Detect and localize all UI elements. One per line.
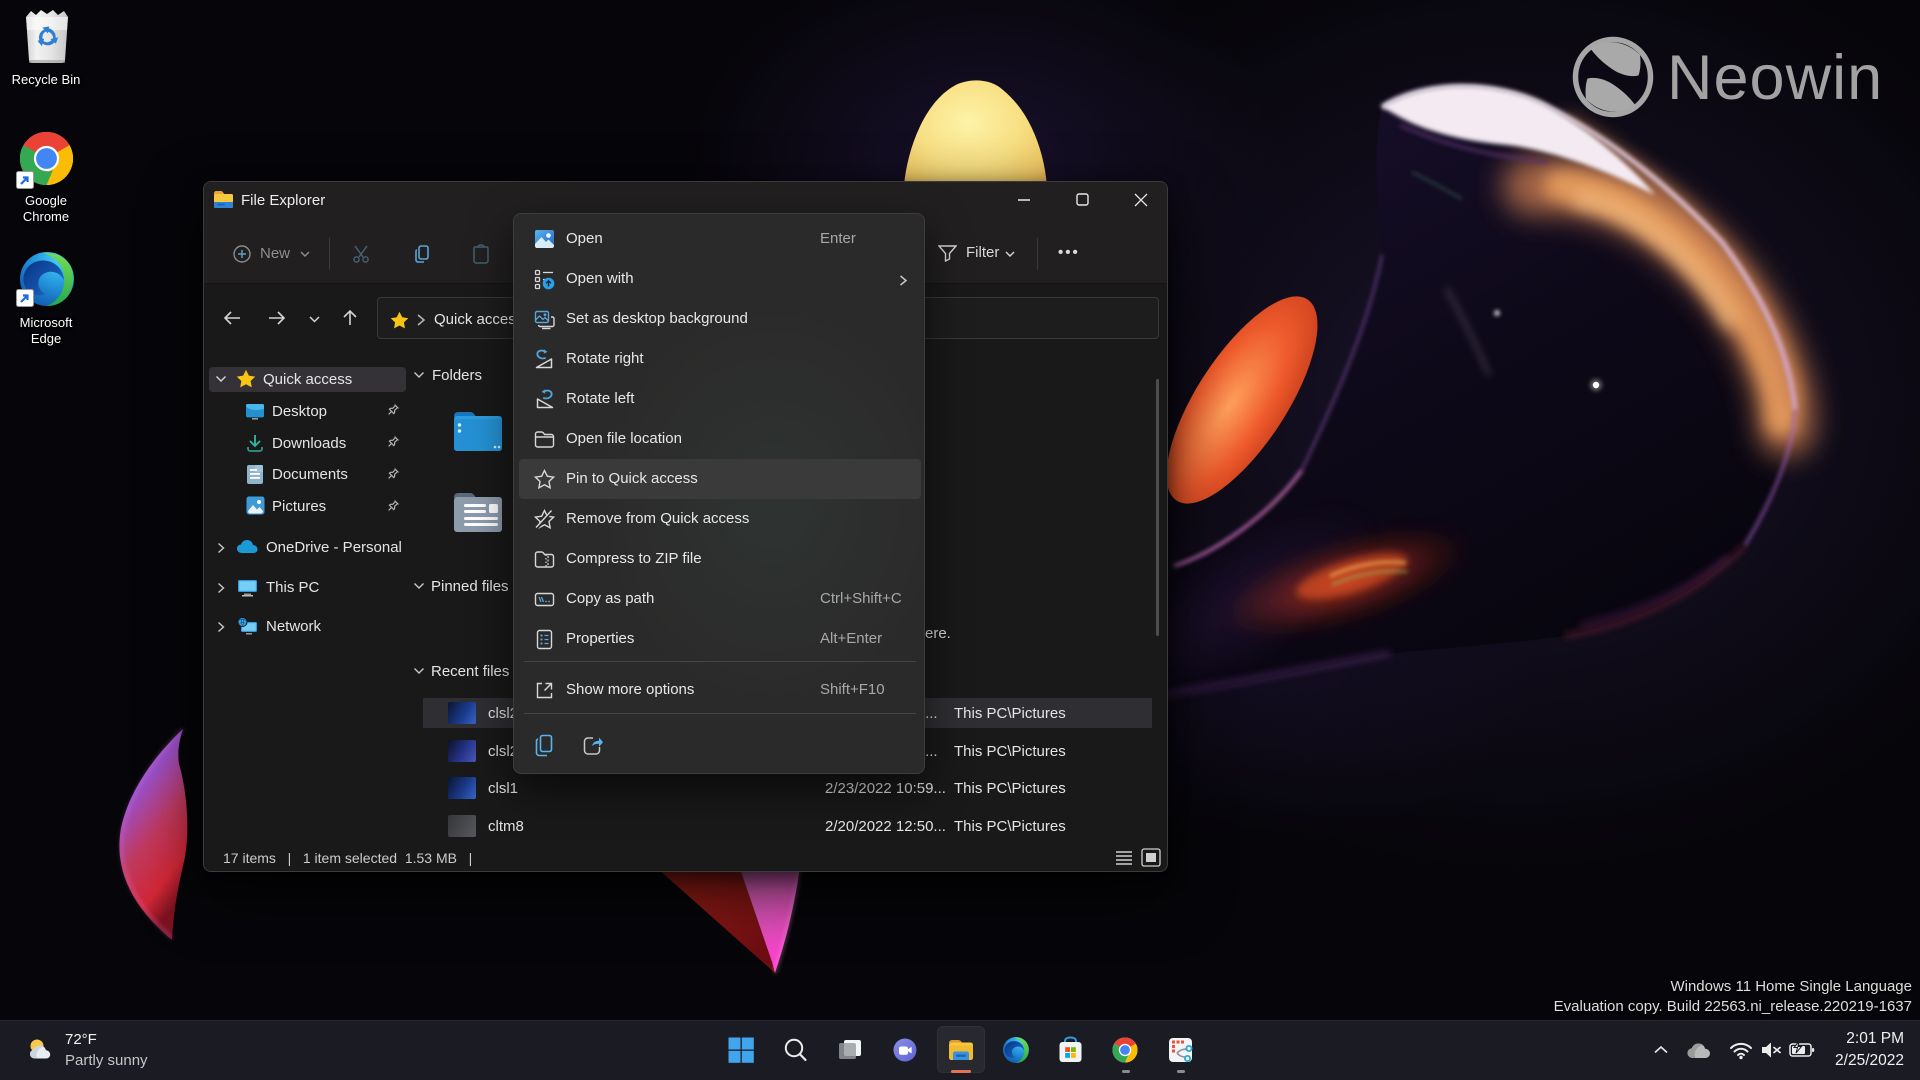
svg-text:Neowin: Neowin [1667, 43, 1883, 113]
